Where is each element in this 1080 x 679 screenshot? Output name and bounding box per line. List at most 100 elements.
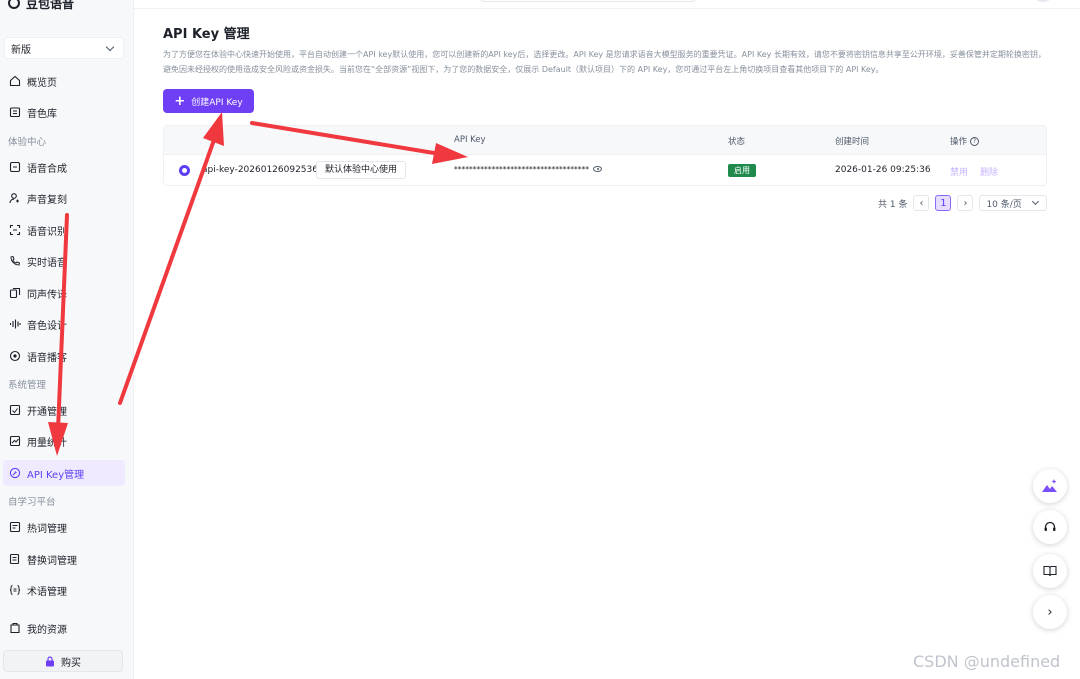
sidebar-item-activation[interactable]: 开通管理: [3, 397, 125, 423]
avatar[interactable]: [1034, 0, 1052, 2]
api-key-masked: ************************************: [454, 165, 589, 174]
delete-link[interactable]: 删除: [980, 165, 998, 178]
sidebar-item-label: 语音播客: [27, 352, 67, 364]
version-select-value: 新版: [11, 44, 31, 56]
podcast-icon: [9, 350, 21, 362]
sidebar-item-overview[interactable]: 概览页: [3, 68, 125, 94]
sidebar-item-label: 声音复刻: [27, 194, 67, 206]
sidebar-item-asr[interactable]: 语音识别: [3, 217, 125, 243]
customer-service-button[interactable]: [1033, 510, 1067, 544]
headset-icon: [1043, 520, 1057, 534]
sidebar-item-api-key[interactable]: API Key管理: [3, 460, 125, 486]
mountain-sparkle-icon: [1041, 478, 1059, 494]
sidebar-item-podcast[interactable]: 语音播客: [3, 343, 125, 369]
sidebar-item-hotword[interactable]: 热词管理: [3, 514, 125, 540]
chevron-down-icon: [105, 42, 115, 51]
voice-clone-icon: [9, 192, 21, 204]
stats-icon: [9, 435, 21, 447]
sidebar-item-tts[interactable]: 语音合成: [3, 154, 125, 180]
sidebar: 豆包语音 新版 概览页 音色库 体验中心 语音合成 声音复刻 语音识别 实时语音…: [0, 0, 134, 679]
sidebar-item-label: 概览页: [27, 77, 57, 89]
book-icon: [1043, 565, 1057, 577]
header-api-key: API Key: [454, 135, 486, 145]
waveform-icon: [9, 318, 21, 330]
sidebar-item-label: 我的资源: [27, 624, 67, 636]
sidebar-item-voice-clone[interactable]: 声音复刻: [3, 185, 125, 211]
sidebar-item-label: 实时语音: [27, 257, 67, 269]
chevron-right-icon: ›: [963, 197, 968, 209]
page-size-select[interactable]: 10 条/页: [979, 195, 1048, 211]
eye-icon[interactable]: [593, 166, 602, 172]
sidebar-item-label: 语音识别: [27, 226, 67, 238]
table-header: API Key 状态 创建时间 操作?: [164, 126, 1046, 155]
sidebar-item-label: 音色库: [27, 108, 57, 120]
sidebar-item-voice-design[interactable]: 音色设计: [3, 311, 125, 337]
hotword-icon: [9, 521, 21, 533]
header-created-time: 创建时间: [835, 137, 870, 147]
page-description: 为了方便您在体验中心快速开始使用，平台自动创建一个API key默认使用，您可以…: [163, 50, 1046, 74]
replace-icon: [9, 553, 21, 565]
buy-label: 购买: [61, 657, 81, 669]
page-title: API Key 管理: [163, 27, 250, 42]
disable-link[interactable]: 禁用: [950, 165, 968, 178]
sidebar-item-label: 开通管理: [27, 406, 67, 418]
phone-icon: [9, 255, 21, 267]
table-row[interactable]: api-key-20260126092536 默认体验中心使用 ********…: [164, 155, 1046, 185]
pagination: 共 1 条 ‹ 1 › 10 条/页: [878, 195, 1048, 211]
sidebar-item-usage-stats[interactable]: 用量统计: [3, 428, 125, 454]
brand-name: 豆包语音: [26, 0, 75, 11]
asr-icon: [9, 224, 21, 236]
chevron-down-icon: [1032, 197, 1040, 206]
section-self-learning-platform: 自学习平台: [8, 497, 56, 508]
header-actions: 操作?: [950, 135, 980, 147]
buy-button[interactable]: 购买: [3, 650, 123, 672]
sidebar-item-label: 热词管理: [27, 523, 67, 535]
key-icon: [9, 467, 21, 479]
tts-icon: [9, 161, 21, 173]
section-experience-center: 体验中心: [8, 137, 47, 148]
sidebar-item-terms[interactable]: 术语管理: [3, 577, 125, 603]
create-api-key-button[interactable]: + 创建API Key: [163, 89, 254, 113]
top-bar: [134, 0, 1080, 9]
brand-logo-icon: [8, 0, 20, 9]
header-actions-label: 操作: [950, 137, 968, 147]
created-time: 2026-01-26 09:25:36: [835, 165, 931, 175]
term-icon: [9, 584, 21, 596]
sidebar-item-label: 术语管理: [27, 586, 67, 598]
next-page-button[interactable]: ›: [957, 195, 974, 211]
sidebar-item-replace-words[interactable]: 替换词管理: [3, 546, 125, 572]
home-icon: [9, 75, 21, 87]
lock-icon: [45, 655, 55, 667]
collapse-panel-button[interactable]: ›: [1033, 595, 1067, 629]
sidebar-item-label: 同声传译: [27, 289, 67, 301]
sidebar-item-label: 语音合成: [27, 163, 67, 175]
pagination-total: 共 1 条: [878, 199, 908, 210]
row-select-radio[interactable]: [179, 165, 190, 176]
top-search-bar[interactable]: [480, 0, 696, 2]
activation-icon: [9, 404, 21, 416]
sidebar-item-my-resources[interactable]: 我的资源: [3, 615, 125, 641]
watermark: CSDN @undefined: [913, 652, 1061, 671]
prev-page-button[interactable]: ‹: [913, 195, 930, 211]
sidebar-item-label: 音色设计: [27, 320, 67, 332]
default-usage-tag: 默认体验中心使用: [316, 161, 407, 179]
main-content: API Key 管理 为了方便您在体验中心快速开始使用，平台自动创建一个API …: [134, 9, 1080, 679]
sidebar-item-realtime-voice[interactable]: 实时语音: [3, 248, 125, 274]
header-status: 状态: [728, 137, 746, 147]
translate-icon: [9, 287, 21, 299]
sidebar-item-label: 用量统计: [27, 437, 67, 449]
library-icon: [9, 106, 21, 118]
docs-button[interactable]: [1033, 554, 1067, 588]
help-icon[interactable]: ?: [970, 137, 980, 146]
ai-assistant-button[interactable]: [1033, 469, 1067, 503]
create-api-key-label: 创建API Key: [191, 97, 243, 108]
api-key-value: ************************************: [454, 165, 602, 174]
version-select[interactable]: 新版: [4, 37, 124, 59]
brand[interactable]: 豆包语音: [8, 0, 74, 12]
sidebar-item-simultaneous-interpretation[interactable]: 同声传译: [3, 280, 125, 306]
chevron-left-icon: ‹: [919, 197, 924, 209]
plus-icon: +: [174, 93, 186, 109]
page-button-current[interactable]: 1: [935, 195, 952, 211]
sidebar-item-voice-library[interactable]: 音色库: [3, 99, 125, 125]
chevron-right-icon: ›: [1047, 604, 1053, 620]
